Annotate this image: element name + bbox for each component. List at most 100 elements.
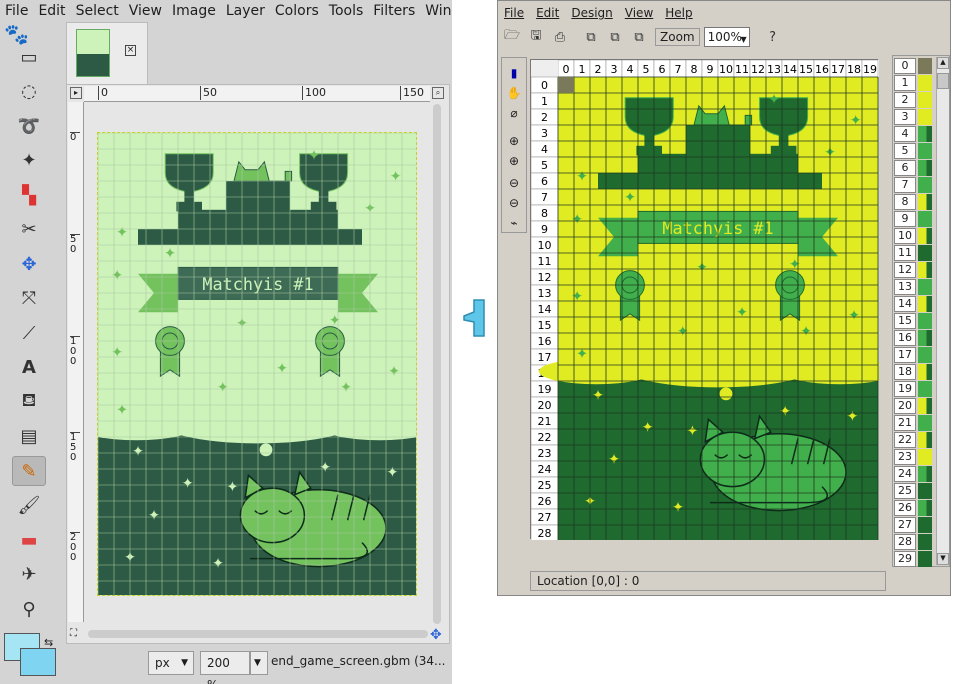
move-icon[interactable]: ✥: [12, 249, 46, 279]
gimp-menu-tools[interactable]: Tools: [324, 0, 369, 22]
gimp-menu-colors[interactable]: Colors: [270, 0, 324, 22]
map-grid[interactable]: 0 1 2 3 4 5 6 7 8 9 10 11 12 13 14 15 16 17 18 19 0 1 2 3 4 5 6 7 8 9…: [530, 59, 898, 542]
gimp-menu-edit[interactable]: Edit: [33, 0, 70, 22]
tile-preview[interactable]: [918, 500, 932, 516]
tile-preview[interactable]: [918, 126, 932, 142]
gimp-canvas[interactable]: Matchyis #1✦✦✦✦✦✦✦✦✦✦✦✦✦✦✦✦✦✦✦✦✦✦✦: [97, 132, 417, 596]
gradient-icon[interactable]: ▤: [12, 422, 46, 452]
background-color[interactable]: [20, 648, 56, 676]
airbrush-icon[interactable]: ✈: [12, 560, 46, 590]
star: ✦: [132, 444, 144, 460]
quick-mask-icon[interactable]: ▸: [70, 87, 82, 99]
gbmb-menu-view[interactable]: View: [619, 3, 659, 23]
tile-preview[interactable]: [918, 211, 932, 227]
help-icon[interactable]: ?: [762, 26, 784, 48]
gimp-menu-windows[interactable]: Windows: [420, 0, 452, 22]
open-icon[interactable]: 🗁: [501, 26, 523, 48]
close-icon[interactable]: ×: [125, 45, 136, 56]
tile-preview[interactable]: [918, 517, 932, 533]
tile-preview[interactable]: [918, 398, 932, 414]
horizontal-scrollbar[interactable]: [88, 630, 428, 638]
paste-tile-icon[interactable]: ⧉: [604, 26, 626, 48]
tile-preview[interactable]: [918, 177, 932, 193]
tile-preview[interactable]: [918, 262, 932, 278]
pencil-icon[interactable]: ✎: [12, 456, 46, 486]
gbmb-menu-file[interactable]: File: [498, 3, 530, 23]
tile-preview[interactable]: [918, 313, 932, 329]
tile-preview[interactable]: [918, 330, 932, 346]
clone-icon[interactable]: ⚲: [12, 594, 46, 624]
ellipse-select-icon[interactable]: ◌: [12, 77, 46, 107]
tile-preview[interactable]: [918, 381, 932, 397]
fuzzy-select-icon[interactable]: ✦: [12, 146, 46, 176]
flood-fill-icon[interactable]: ⌁: [504, 214, 524, 232]
tile-preview[interactable]: [918, 551, 932, 567]
zoom-select[interactable]: 100% ▼: [703, 27, 750, 47]
pencil-tool-icon[interactable]: ▮: [504, 64, 524, 82]
tile-preview[interactable]: [918, 296, 932, 312]
tile-preview[interactable]: [918, 432, 932, 448]
vertical-scrollbar[interactable]: [433, 104, 441, 624]
zoom-field[interactable]: 200 %: [200, 651, 250, 684]
tile-preview[interactable]: [918, 534, 932, 550]
swap-colors-icon[interactable]: ⇆: [44, 636, 53, 649]
tile-list-scrollbar[interactable]: ▲ ▼: [936, 57, 949, 565]
unit-select[interactable]: px ▼: [148, 651, 194, 675]
image-tab[interactable]: ×: [66, 22, 148, 84]
color-select-icon[interactable]: ▚: [12, 180, 46, 210]
row-header: 17: [538, 351, 552, 364]
tile-preview[interactable]: [918, 449, 932, 465]
tile-preview[interactable]: [918, 415, 932, 431]
tile-preview[interactable]: [918, 109, 932, 125]
tile-preview[interactable]: [918, 75, 932, 91]
tile-list[interactable]: 0 1 2 3 4 5 6 7 8 9 10 11 12 13 14 15 16 17 18 19 20 21 22 23 24…: [892, 55, 950, 567]
hand-tool-icon[interactable]: ✋: [504, 84, 524, 102]
lasso-icon[interactable]: ➰: [12, 111, 46, 141]
row-header: 5: [541, 159, 548, 172]
tile-preview[interactable]: [918, 364, 932, 380]
text-icon[interactable]: A: [12, 353, 46, 383]
tile-preview[interactable]: [918, 58, 932, 74]
delete-column-icon[interactable]: ⊖: [504, 174, 524, 192]
zoom-nav-icon[interactable]: ⌕: [432, 87, 444, 99]
gbmb-menu-edit[interactable]: Edit: [530, 3, 565, 23]
tile-preview[interactable]: [918, 279, 932, 295]
transform-icon[interactable]: ⟋: [12, 318, 46, 348]
zoom-dropdown[interactable]: ▼: [250, 651, 268, 675]
gimp-menu-image[interactable]: Image: [167, 0, 221, 22]
tile-preview[interactable]: [918, 466, 932, 482]
tile-preview[interactable]: [918, 160, 932, 176]
copy-tile-icon[interactable]: ⧉: [580, 26, 602, 48]
gimp-menu-layer[interactable]: Layer: [221, 0, 270, 22]
paintbrush-icon[interactable]: 🖌: [12, 491, 46, 521]
rect-select-icon[interactable]: ▭: [12, 42, 46, 72]
gimp-menu-filters[interactable]: Filters: [368, 0, 420, 22]
bucket-fill-icon[interactable]: ⛾: [12, 387, 46, 417]
row-header: 15: [538, 319, 552, 332]
zoom-label: Zoom: [655, 28, 700, 46]
tile-preview[interactable]: [918, 143, 932, 159]
insert-column-icon[interactable]: ⊕: [504, 132, 524, 150]
align-icon[interactable]: ⤧: [12, 284, 46, 314]
gbmb-menu-design[interactable]: Design: [565, 3, 618, 23]
duplicate-icon[interactable]: ⧉: [628, 26, 650, 48]
insert-row-icon[interactable]: ⊕: [504, 152, 524, 170]
dropper-tool-icon[interactable]: ⌀: [504, 104, 524, 122]
gimp-menu-select[interactable]: Select: [71, 0, 124, 22]
gimp-menu-view[interactable]: View: [124, 0, 167, 22]
tile-preview[interactable]: [918, 194, 932, 210]
gimp-menu-file[interactable]: File: [0, 0, 33, 22]
eraser-icon[interactable]: ▬: [12, 525, 46, 555]
tile-preview[interactable]: [918, 92, 932, 108]
tile-preview[interactable]: [918, 483, 932, 499]
row-header: 13: [538, 287, 552, 300]
navigate-icon[interactable]: ✥: [430, 627, 442, 643]
gbmb-menu-help[interactable]: Help: [659, 3, 698, 23]
tile-preview[interactable]: [918, 228, 932, 244]
export-icon[interactable]: ⎙: [549, 26, 571, 48]
delete-row-icon[interactable]: ⊖: [504, 194, 524, 212]
tile-preview[interactable]: [918, 245, 932, 261]
save-icon[interactable]: 🖫: [525, 26, 547, 48]
tile-preview[interactable]: [918, 347, 932, 363]
scissors-icon[interactable]: ✂: [12, 215, 46, 245]
